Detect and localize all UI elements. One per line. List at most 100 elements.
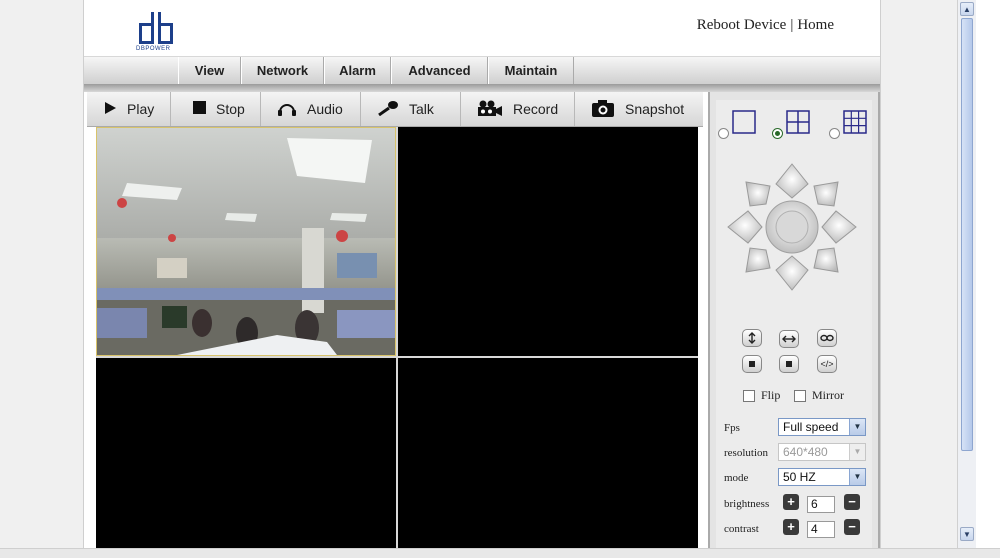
vertical-scrollbar[interactable]: ▲ ▼: [957, 0, 976, 548]
layout-nine-radio[interactable]: [829, 128, 840, 139]
grid-divider-vertical: [396, 127, 398, 548]
nine-view-icon: [843, 110, 867, 139]
layout-single-radio[interactable]: [718, 128, 729, 139]
ptz-down-arrow[interactable]: [775, 255, 809, 291]
ptz-down-right-arrow[interactable]: [813, 247, 839, 273]
pattern-label: </>: [820, 359, 834, 369]
ptz-up-arrow[interactable]: [775, 163, 809, 199]
left-margin: [0, 0, 83, 548]
camera-icon: [591, 99, 615, 120]
stop-square-icon: [786, 361, 792, 367]
brightness-increase-button[interactable]: +: [783, 494, 799, 510]
tab-maintain[interactable]: Maintain: [488, 57, 574, 84]
contrast-label: contrast: [724, 523, 759, 535]
horizontal-patrol-button[interactable]: [779, 330, 799, 348]
nav-shadow: [84, 84, 880, 92]
video-channel-2[interactable]: [398, 127, 698, 356]
ptz-direction-pad[interactable]: [726, 162, 858, 292]
vertical-patrol-button[interactable]: [742, 329, 762, 347]
camera-web-page: DBPOWER Reboot Device | Home View Network …: [83, 0, 881, 548]
grid-divider-horizontal: [96, 356, 698, 358]
cruise-button[interactable]: [817, 329, 837, 347]
infinity-icon: [820, 334, 834, 342]
stop-vertical-patrol-button[interactable]: [742, 355, 762, 373]
contrast-increase-button[interactable]: +: [783, 519, 799, 535]
flip-checkbox[interactable]: Flip: [743, 388, 780, 403]
headphones-icon: [277, 100, 297, 119]
layout-quad-radio[interactable]: [772, 128, 783, 139]
contrast-row: contrast + 4 −: [710, 519, 880, 541]
snapshot-label: Snapshot: [625, 101, 685, 117]
contrast-input[interactable]: 4: [807, 521, 835, 538]
mode-label: mode: [724, 472, 749, 484]
layout-single-option[interactable]: [718, 110, 756, 139]
tab-alarm[interactable]: Alarm: [324, 57, 391, 84]
office-camera-feed: [97, 128, 395, 355]
ptz-up-left-arrow[interactable]: [745, 181, 771, 207]
resolution-row: resolution 640*480 ▼: [710, 443, 880, 465]
flip-checkbox-box[interactable]: [743, 389, 755, 402]
talk-button[interactable]: Talk: [361, 92, 461, 126]
scroll-up-button[interactable]: ▲: [960, 2, 974, 16]
right-margin: [881, 0, 957, 548]
brightness-input[interactable]: 6: [807, 496, 835, 513]
talk-label: Talk: [409, 101, 434, 117]
mirror-checkbox[interactable]: Mirror: [794, 388, 844, 403]
mode-row: mode 50 HZ ▼: [710, 468, 880, 490]
scrollbar-thumb[interactable]: [961, 18, 973, 451]
ptz-left-arrow[interactable]: [727, 210, 763, 244]
fps-select[interactable]: Full speed ▼: [778, 418, 866, 436]
brightness-decrease-button[interactable]: −: [844, 494, 860, 510]
scroll-down-button[interactable]: ▼: [960, 527, 974, 541]
record-button[interactable]: Record: [461, 92, 575, 126]
layout-nine-option[interactable]: [829, 110, 867, 139]
ptz-right-arrow[interactable]: [821, 210, 857, 244]
fps-label: Fps: [724, 422, 740, 434]
mirror-label: Mirror: [812, 388, 844, 402]
record-label: Record: [513, 101, 559, 117]
mirror-checkbox-box[interactable]: [794, 389, 806, 402]
chevron-down-icon: ▼: [849, 419, 865, 435]
fps-row: Fps Full speed ▼: [710, 418, 880, 440]
top-links: Reboot Device | Home: [697, 17, 834, 34]
video-channel-3[interactable]: [96, 358, 396, 548]
stop-button[interactable]: Stop: [171, 92, 261, 126]
mode-value: 50 HZ: [783, 470, 816, 484]
microphone-icon: [377, 100, 399, 119]
tab-network[interactable]: Network: [241, 57, 324, 84]
stop-label: Stop: [216, 101, 245, 117]
logo-text: DBPOWER: [136, 46, 171, 52]
pattern-button[interactable]: </>: [817, 355, 837, 373]
audio-label: Audio: [307, 101, 343, 117]
tab-advanced[interactable]: Advanced: [391, 57, 488, 84]
home-link[interactable]: Home: [797, 17, 834, 33]
mode-select[interactable]: 50 HZ ▼: [778, 468, 866, 486]
horizontal-arrows-icon: [782, 335, 796, 343]
video-toolbar: Play Stop Audio Talk Record Snapshot: [87, 92, 703, 127]
layout-quad-option[interactable]: [772, 110, 810, 139]
video-camera-icon: [477, 100, 503, 119]
ptz-down-left-arrow[interactable]: [745, 247, 771, 273]
ptz-up-right-arrow[interactable]: [813, 181, 839, 207]
tab-view[interactable]: View: [178, 57, 241, 84]
flip-label: Flip: [761, 388, 781, 402]
video-channel-4[interactable]: [398, 358, 698, 548]
video-grid: [96, 127, 698, 548]
snapshot-button[interactable]: Snapshot: [575, 92, 703, 126]
quad-view-icon: [786, 110, 810, 139]
contrast-decrease-button[interactable]: −: [844, 519, 860, 535]
control-panel: </> Flip Mirror Fps Full speed ▼ resoluti…: [708, 92, 880, 548]
resolution-select: 640*480 ▼: [778, 443, 866, 461]
brightness-row: brightness + 6 −: [710, 494, 880, 516]
link-separator: |: [790, 17, 794, 33]
video-channel-1[interactable]: [96, 127, 396, 356]
play-button[interactable]: Play: [87, 92, 171, 126]
stop-horizontal-patrol-button[interactable]: [779, 355, 799, 373]
reboot-device-link[interactable]: Reboot Device: [697, 17, 787, 33]
chevron-down-icon: ▼: [849, 469, 865, 485]
play-label: Play: [127, 101, 155, 117]
audio-button[interactable]: Audio: [261, 92, 361, 126]
resolution-value: 640*480: [783, 445, 828, 459]
single-view-icon: [732, 110, 756, 139]
brightness-label: brightness: [724, 498, 770, 510]
